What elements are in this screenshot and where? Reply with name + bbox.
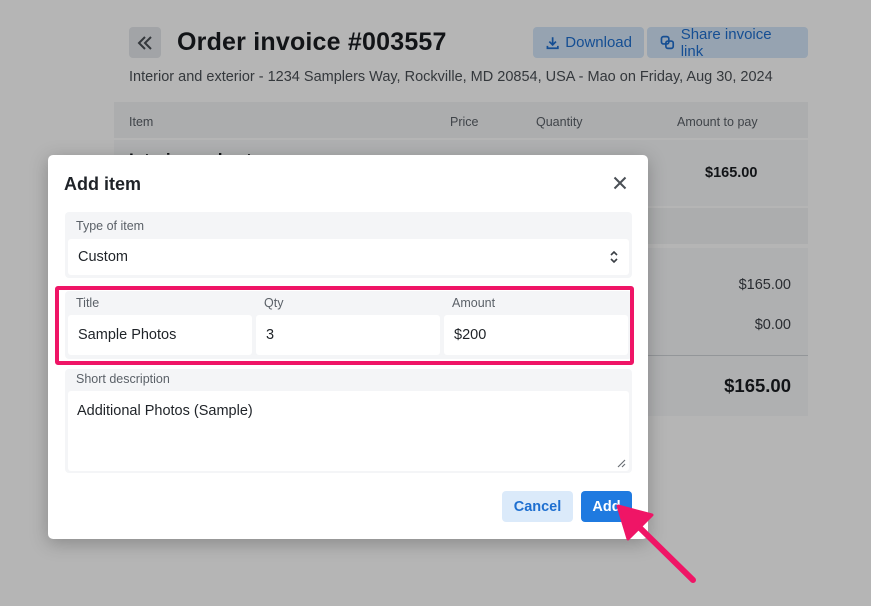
type-of-item-label: Type of item <box>76 219 145 233</box>
close-button[interactable] <box>610 173 630 193</box>
short-description-value: Additional Photos (Sample) <box>77 403 253 419</box>
type-of-item-value: Custom <box>78 249 128 265</box>
dialog-title: Add item <box>64 174 142 194</box>
pointer-arrow <box>616 504 696 583</box>
amount-input[interactable]: $200 <box>444 315 628 355</box>
type-of-item-select[interactable]: Custom <box>68 239 629 275</box>
short-description-textarea[interactable]: Additional Photos (Sample) <box>68 391 629 471</box>
close-icon <box>613 176 627 190</box>
add-item-dialog: Add item Type of item Custom Title Qty A… <box>48 155 648 539</box>
resize-grip-icon[interactable] <box>617 459 626 468</box>
title-label: Title <box>76 296 100 310</box>
cancel-button[interactable]: Cancel <box>502 491 573 522</box>
short-description-label: Short description <box>76 372 170 386</box>
qty-input[interactable]: 3 <box>256 315 440 355</box>
title-input[interactable]: Sample Photos <box>68 315 252 355</box>
qty-label: Qty <box>264 296 284 310</box>
select-arrows-icon <box>610 250 618 264</box>
amount-label: Amount <box>452 296 496 310</box>
